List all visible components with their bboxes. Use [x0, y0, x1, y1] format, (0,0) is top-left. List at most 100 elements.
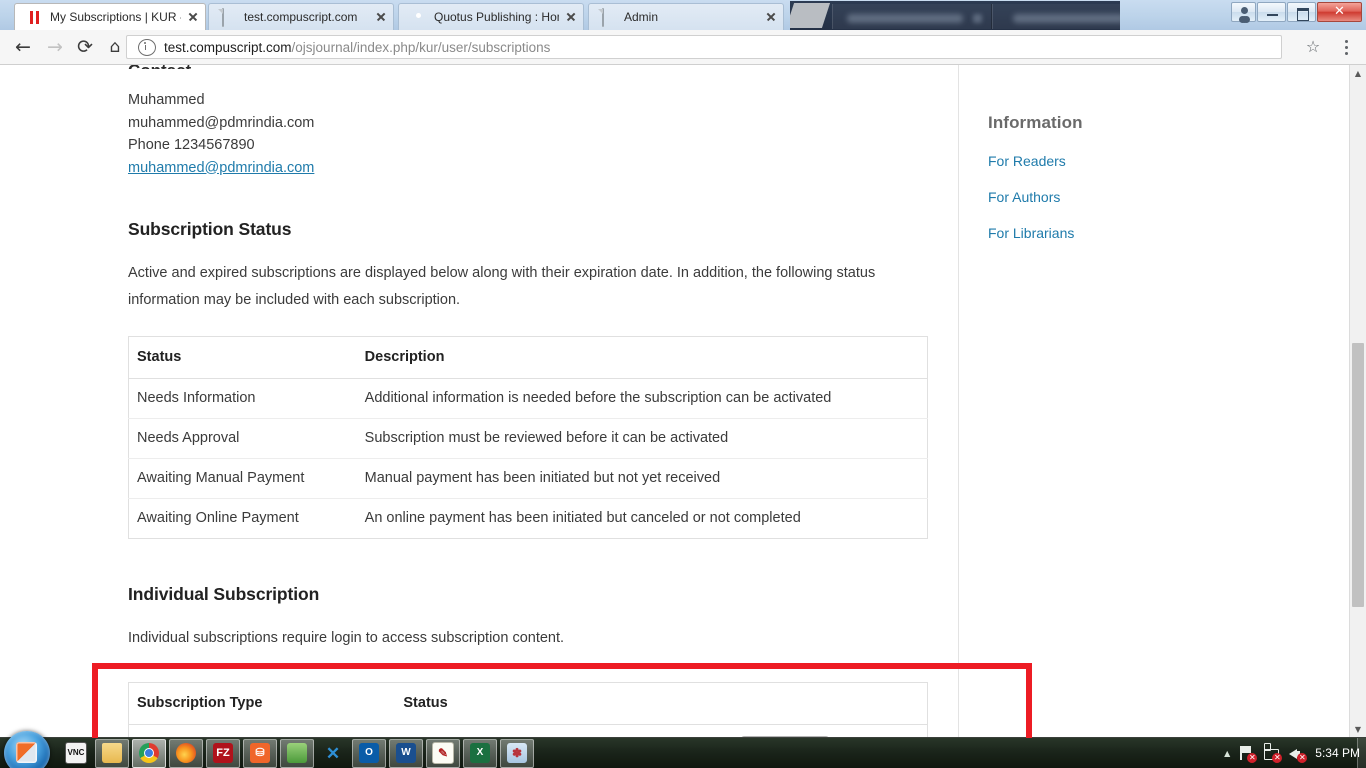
sidebar-heading: Information	[988, 113, 1083, 132]
table-row: Awaiting Manual Payment Manual payment h…	[128, 458, 928, 499]
tab-close-icon[interactable]	[373, 9, 389, 25]
taskbar-item-visual-studio-code[interactable]: ✕	[317, 740, 349, 767]
taskbar-item-notepad[interactable]: ✎	[426, 738, 460, 768]
site-info-icon[interactable]	[138, 38, 156, 56]
close-window-button[interactable]	[1317, 2, 1362, 22]
user-profile-button[interactable]	[1231, 2, 1256, 22]
contact-email-link[interactable]: muhammed@pdmrindia.com	[128, 160, 314, 176]
maximize-restore-button[interactable]	[1287, 2, 1316, 22]
content-sidebar-divider	[958, 65, 959, 738]
reload-icon: ⟳	[77, 36, 93, 58]
reload-button[interactable]: ⟳	[74, 36, 96, 58]
scroll-down-icon[interactable]: ▼	[1350, 721, 1366, 738]
forward-button[interactable]: →	[44, 36, 66, 58]
browser-tab-1[interactable]: test.compuscript.com	[208, 3, 394, 30]
back-button[interactable]: ←	[12, 36, 34, 58]
browser-toolbar: ← → ⟳ ⌂ test.compuscript.com/ojsjournal/…	[0, 30, 1366, 65]
show-desktop-button[interactable]	[1357, 738, 1366, 768]
vnc-icon: VNC	[65, 742, 87, 764]
contact-block: Muhammed muhammed@pdmrindia.com Phone 12…	[128, 89, 928, 179]
tab-title: Admin	[624, 10, 659, 24]
url-text: test.compuscript.com/ojsjournal/index.ph…	[164, 40, 550, 55]
column-header-status: Status	[128, 336, 357, 379]
browser-window: My Subscriptions | KUR - test.compuscrip…	[0, 0, 1366, 768]
sidebar-item-for-readers[interactable]: For Readers	[988, 153, 1288, 169]
column-header-action	[732, 682, 928, 725]
tab-close-icon[interactable]	[973, 14, 982, 23]
scroll-up-icon[interactable]: ▲	[1350, 65, 1366, 82]
individual-subscription-intro: Individual subscriptions require login t…	[128, 630, 565, 646]
taskbar-item-microsoft-outlook[interactable]: O	[352, 738, 386, 768]
column-header-status: Status	[395, 682, 733, 725]
windows-taskbar: VNC FZ ⛁ ✕ O W ✎ X ✽ ▲ ✕ ✕ ✕ 5:34 PM	[0, 731, 1366, 768]
back-icon: ←	[15, 36, 31, 58]
home-button[interactable]: ⌂	[104, 36, 126, 58]
taskbar-item-google-chrome[interactable]	[132, 738, 166, 768]
taskbar-app-list: VNC FZ ⛁ ✕ O W ✎ X ✽	[60, 738, 534, 768]
tab-close-icon[interactable]	[763, 9, 779, 25]
vscode-icon: ✕	[325, 743, 341, 763]
url-path: /ojsjournal/index.php/kur/user/subscript…	[291, 39, 551, 55]
tab-close-icon[interactable]	[185, 9, 201, 25]
contact-email-text: muhammed@pdmrindia.com	[128, 114, 315, 131]
browser-tab-5[interactable]	[992, 4, 1120, 29]
blue-pin-icon	[411, 9, 427, 25]
table-header-row: Status Description	[128, 336, 928, 379]
address-bar[interactable]: test.compuscript.com/ojsjournal/index.ph…	[126, 35, 1282, 59]
browser-tab-4[interactable]	[832, 4, 992, 29]
contact-phone: Phone 1234567890	[128, 137, 255, 153]
tray-overflow-icon[interactable]: ▲	[1224, 749, 1230, 758]
column-header-subscription-type: Subscription Type	[128, 682, 396, 725]
volume-muted-icon[interactable]: ✕	[1288, 745, 1308, 763]
tab-close-icon[interactable]	[563, 9, 579, 25]
start-button[interactable]	[4, 731, 50, 768]
cell-status: Needs Approval	[128, 418, 357, 459]
taskbar-clock[interactable]: 5:34 PM	[1313, 746, 1360, 760]
heidisql-icon: ⛁	[250, 743, 270, 763]
tab-title-obscured	[847, 14, 963, 23]
cell-description: Manual payment has been initiated but no…	[356, 458, 928, 499]
forward-icon: →	[47, 36, 63, 58]
partial-heading-cutoff: Contact	[128, 65, 468, 69]
system-tray: ▲ ✕ ✕ ✕ 5:34 PM	[1224, 738, 1366, 768]
tab-title: My Subscriptions | KUR -	[50, 10, 181, 24]
paint-icon: ✽	[507, 743, 527, 763]
subscription-status-heading: Subscription Status	[128, 219, 292, 239]
taskbar-item-filezilla[interactable]: FZ	[206, 738, 240, 768]
taskbar-item-heidisql[interactable]: ⛁	[243, 738, 277, 768]
tab-title: Quotus Publishing : Hom	[434, 10, 559, 24]
cell-status: Awaiting Online Payment	[137, 510, 299, 526]
word-icon: W	[396, 743, 416, 763]
three-dot-icon[interactable]	[1336, 36, 1356, 58]
browser-tab-3[interactable]: Admin	[588, 3, 784, 30]
page-viewport: Contact Muhammed muhammed@pdmrindia.com …	[0, 65, 1366, 738]
action-center-flag-icon[interactable]: ✕	[1238, 745, 1258, 763]
sidebar-item-for-authors[interactable]: For Authors	[988, 189, 1288, 205]
contact-name: Muhammed	[128, 92, 205, 108]
taskbar-item-microsoft-excel[interactable]: X	[463, 738, 497, 768]
page-scrollbar[interactable]: ▲ ▼	[1349, 65, 1366, 738]
tab-shard-decoration	[790, 3, 831, 28]
network-status-icon[interactable]: ✕	[1263, 743, 1283, 763]
column-header-description: Description	[356, 336, 928, 379]
home-icon: ⌂	[109, 37, 121, 57]
taskbar-item-paint[interactable]: ✽	[500, 738, 534, 768]
subscription-status-intro: Active and expired subscriptions are dis…	[128, 265, 876, 308]
cell-status: Needs Information	[128, 378, 357, 419]
taskbar-item-windows-explorer[interactable]	[95, 738, 129, 768]
cell-subscription-type: Purchase	[129, 725, 396, 739]
tab-title-obscured	[1013, 14, 1120, 23]
taskbar-item-folder-app[interactable]	[280, 738, 314, 768]
cell-action: Purchase	[733, 725, 928, 738]
folders-icon	[287, 743, 307, 763]
browser-tab-2[interactable]: Quotus Publishing : Hom	[398, 3, 584, 30]
minimize-button[interactable]	[1257, 2, 1286, 22]
bookmark-star-icon[interactable]: ☆	[1302, 36, 1324, 58]
browser-tab-0[interactable]: My Subscriptions | KUR -	[14, 3, 206, 30]
scrollbar-thumb[interactable]	[1352, 343, 1364, 607]
taskbar-item-microsoft-word[interactable]: W	[389, 738, 423, 768]
sidebar-item-for-librarians[interactable]: For Librarians	[988, 225, 1288, 241]
taskbar-item-tightvnc-viewer[interactable]: VNC	[60, 740, 92, 767]
url-host: test.compuscript.com	[164, 39, 292, 55]
taskbar-item-mozilla-firefox[interactable]	[169, 738, 203, 768]
